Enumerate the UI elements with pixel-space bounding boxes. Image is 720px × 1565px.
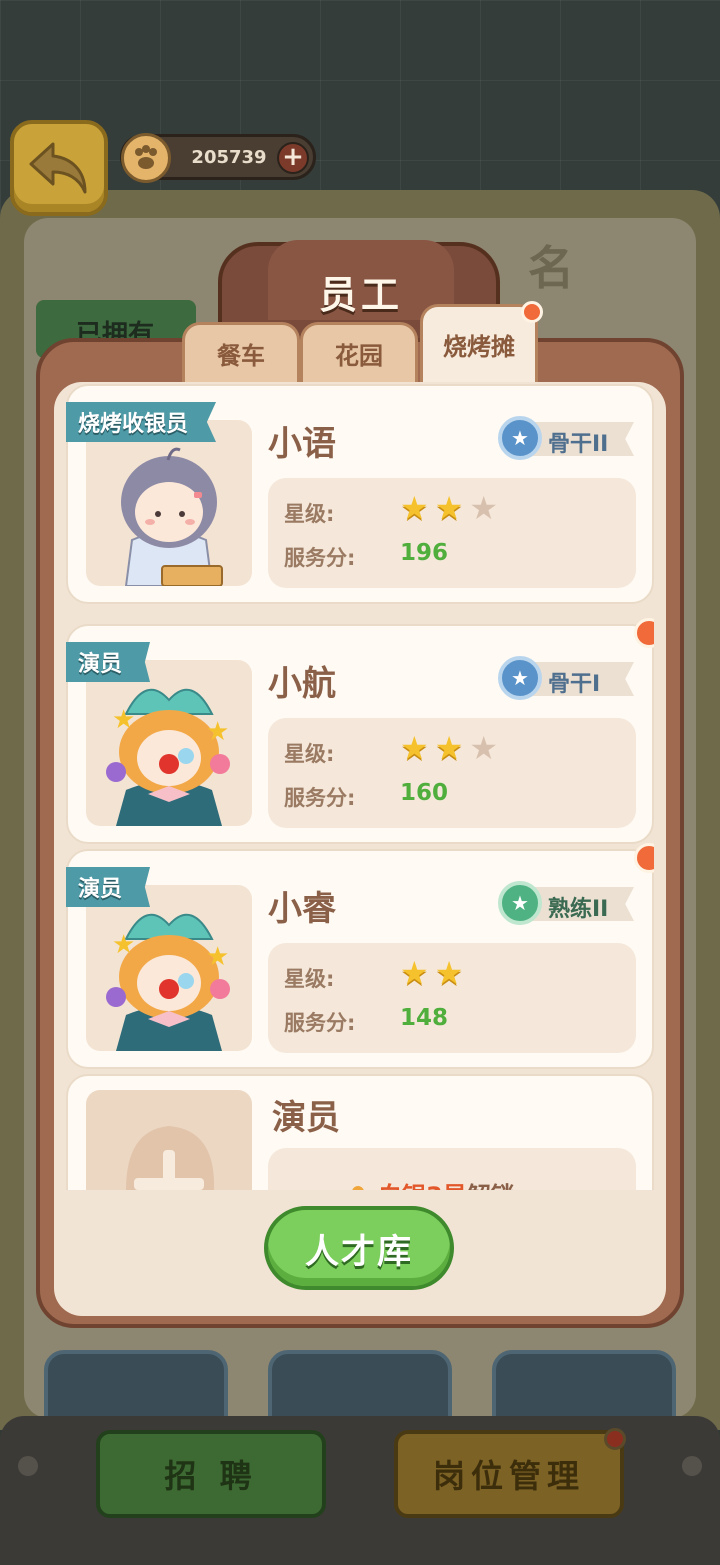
employee-portrait — [86, 420, 252, 586]
star-rating: ★ ★ ★ — [400, 732, 498, 764]
employee-list[interactable]: 烧烤收银员 小语 ★ 骨干II 星级: ★ ★ ★ 服务分: 196 ★ ★ 演… — [66, 380, 654, 1190]
score-label: 服务分: — [284, 1011, 356, 1035]
star-filled-icon: ★ — [400, 489, 429, 527]
unlock-suffix: 解锁 — [467, 1182, 515, 1190]
employee-name: 小航 — [268, 664, 336, 704]
currency-display: 205739 + — [120, 133, 316, 183]
star-filled-icon: ★ — [400, 954, 429, 992]
add-silhouette-icon — [126, 1126, 215, 1190]
svg-text:★: ★ — [112, 930, 135, 960]
employee-stats: 星级: ★ ★ 服务分: 148 — [268, 943, 636, 1053]
notification-badge — [521, 301, 543, 323]
star-medal-icon: ★ — [498, 656, 542, 700]
clown-avatar-icon: ★ ★ — [106, 913, 230, 1051]
background-card — [492, 1350, 676, 1420]
unlock-requirement: 白银3星解锁 — [268, 1148, 636, 1190]
rank-label: 熟练II — [548, 897, 609, 922]
unlock-requirement-text: 白银3星 — [378, 1182, 467, 1190]
role-flag: 烧烤收银员 — [66, 402, 217, 442]
locked-slot-title: 演员 — [272, 1098, 340, 1138]
notification-badge — [604, 1428, 626, 1450]
rank-badge: ★ 熟练II — [498, 881, 634, 925]
role-flag: 演员 — [66, 642, 151, 682]
employee-card[interactable]: ★ ★ 演员 小航 ★ 骨干I 星级: ★ ★ ★ 服务分: 160 — [66, 618, 654, 844]
clown-avatar-icon: ★ ★ — [106, 688, 230, 826]
star-medal-icon: ★ — [498, 881, 542, 925]
position-manage-label: 岗位管理 — [432, 1457, 585, 1495]
score-label: 服务分: — [284, 786, 356, 810]
tab-bbq-label: 烧烤摊 — [443, 333, 515, 361]
talent-pool-button[interactable]: 人才库 — [264, 1206, 454, 1290]
star-medal-icon: ★ — [498, 416, 542, 460]
notification-badge — [634, 618, 654, 648]
bar-dot — [18, 1456, 38, 1476]
position-manage-button[interactable]: 岗位管理 — [394, 1428, 626, 1518]
svg-text:★: ★ — [112, 705, 135, 735]
star-empty-icon: ★ — [469, 729, 499, 767]
notification-badge — [634, 843, 654, 873]
role-flag: 演员 — [66, 867, 151, 907]
star-label: 星级: — [284, 742, 335, 766]
star-filled-icon: ★ — [434, 954, 464, 992]
employee-stats: 星级: ★ ★ ★ 服务分: 160 — [268, 718, 636, 828]
cashier-avatar-icon — [121, 447, 223, 586]
paw-icon — [121, 133, 171, 183]
employee-portrait: ★ ★ — [86, 660, 252, 826]
star-label: 星级: — [284, 502, 335, 526]
background-card — [268, 1350, 452, 1420]
employee-portrait: ★ ★ — [86, 885, 252, 1051]
rank-badge: ★ 骨干I — [498, 656, 634, 700]
score-value: 196 — [400, 540, 449, 566]
employee-card[interactable]: ★ ★ 演员 小睿 ★ 熟练II 星级: ★ ★ 服务分: 148 — [66, 843, 654, 1069]
rank-label: 骨干II — [548, 432, 609, 457]
star-rating: ★ ★ — [400, 957, 463, 989]
bar-dot — [682, 1456, 702, 1476]
employee-name: 小语 — [268, 424, 336, 464]
recruit-button[interactable]: 招 聘 — [96, 1430, 326, 1518]
bullet-icon — [352, 1186, 364, 1190]
add-currency-button[interactable]: + — [277, 142, 309, 174]
unlock-text: 白银3星解锁 — [378, 1176, 515, 1190]
back-arrow-icon — [29, 142, 87, 194]
star-filled-icon: ★ — [400, 729, 429, 767]
score-value: 148 — [400, 1005, 449, 1031]
tab-garden[interactable]: 花园 — [300, 322, 418, 382]
locked-portrait — [86, 1090, 252, 1190]
score-value: 160 — [400, 780, 449, 806]
star-empty-icon: ★ — [469, 489, 499, 527]
employee-stats: 星级: ★ ★ ★ 服务分: 196 — [268, 478, 636, 588]
currency-value: 205739 — [191, 147, 267, 168]
rank-badge: ★ 骨干II — [498, 416, 634, 460]
tab-food-truck[interactable]: 餐车 — [182, 322, 300, 382]
star-label: 星级: — [284, 967, 335, 991]
rank-label: 骨干I — [548, 672, 601, 697]
back-button[interactable] — [10, 120, 108, 216]
star-filled-icon: ★ — [434, 489, 464, 527]
modal-title: 员工 — [318, 273, 403, 317]
background-card — [44, 1350, 228, 1420]
svg-text:★: ★ — [206, 717, 229, 747]
star-filled-icon: ★ — [434, 729, 464, 767]
star-rating: ★ ★ ★ — [400, 492, 498, 524]
employee-name: 小睿 — [268, 889, 336, 929]
svg-text:★: ★ — [206, 942, 229, 972]
employee-card[interactable]: 烧烤收银员 小语 ★ 骨干II 星级: ★ ★ ★ 服务分: 196 — [66, 384, 654, 604]
locked-slot-card[interactable]: 演员 白银3星解锁 — [66, 1074, 654, 1190]
score-label: 服务分: — [284, 546, 356, 570]
